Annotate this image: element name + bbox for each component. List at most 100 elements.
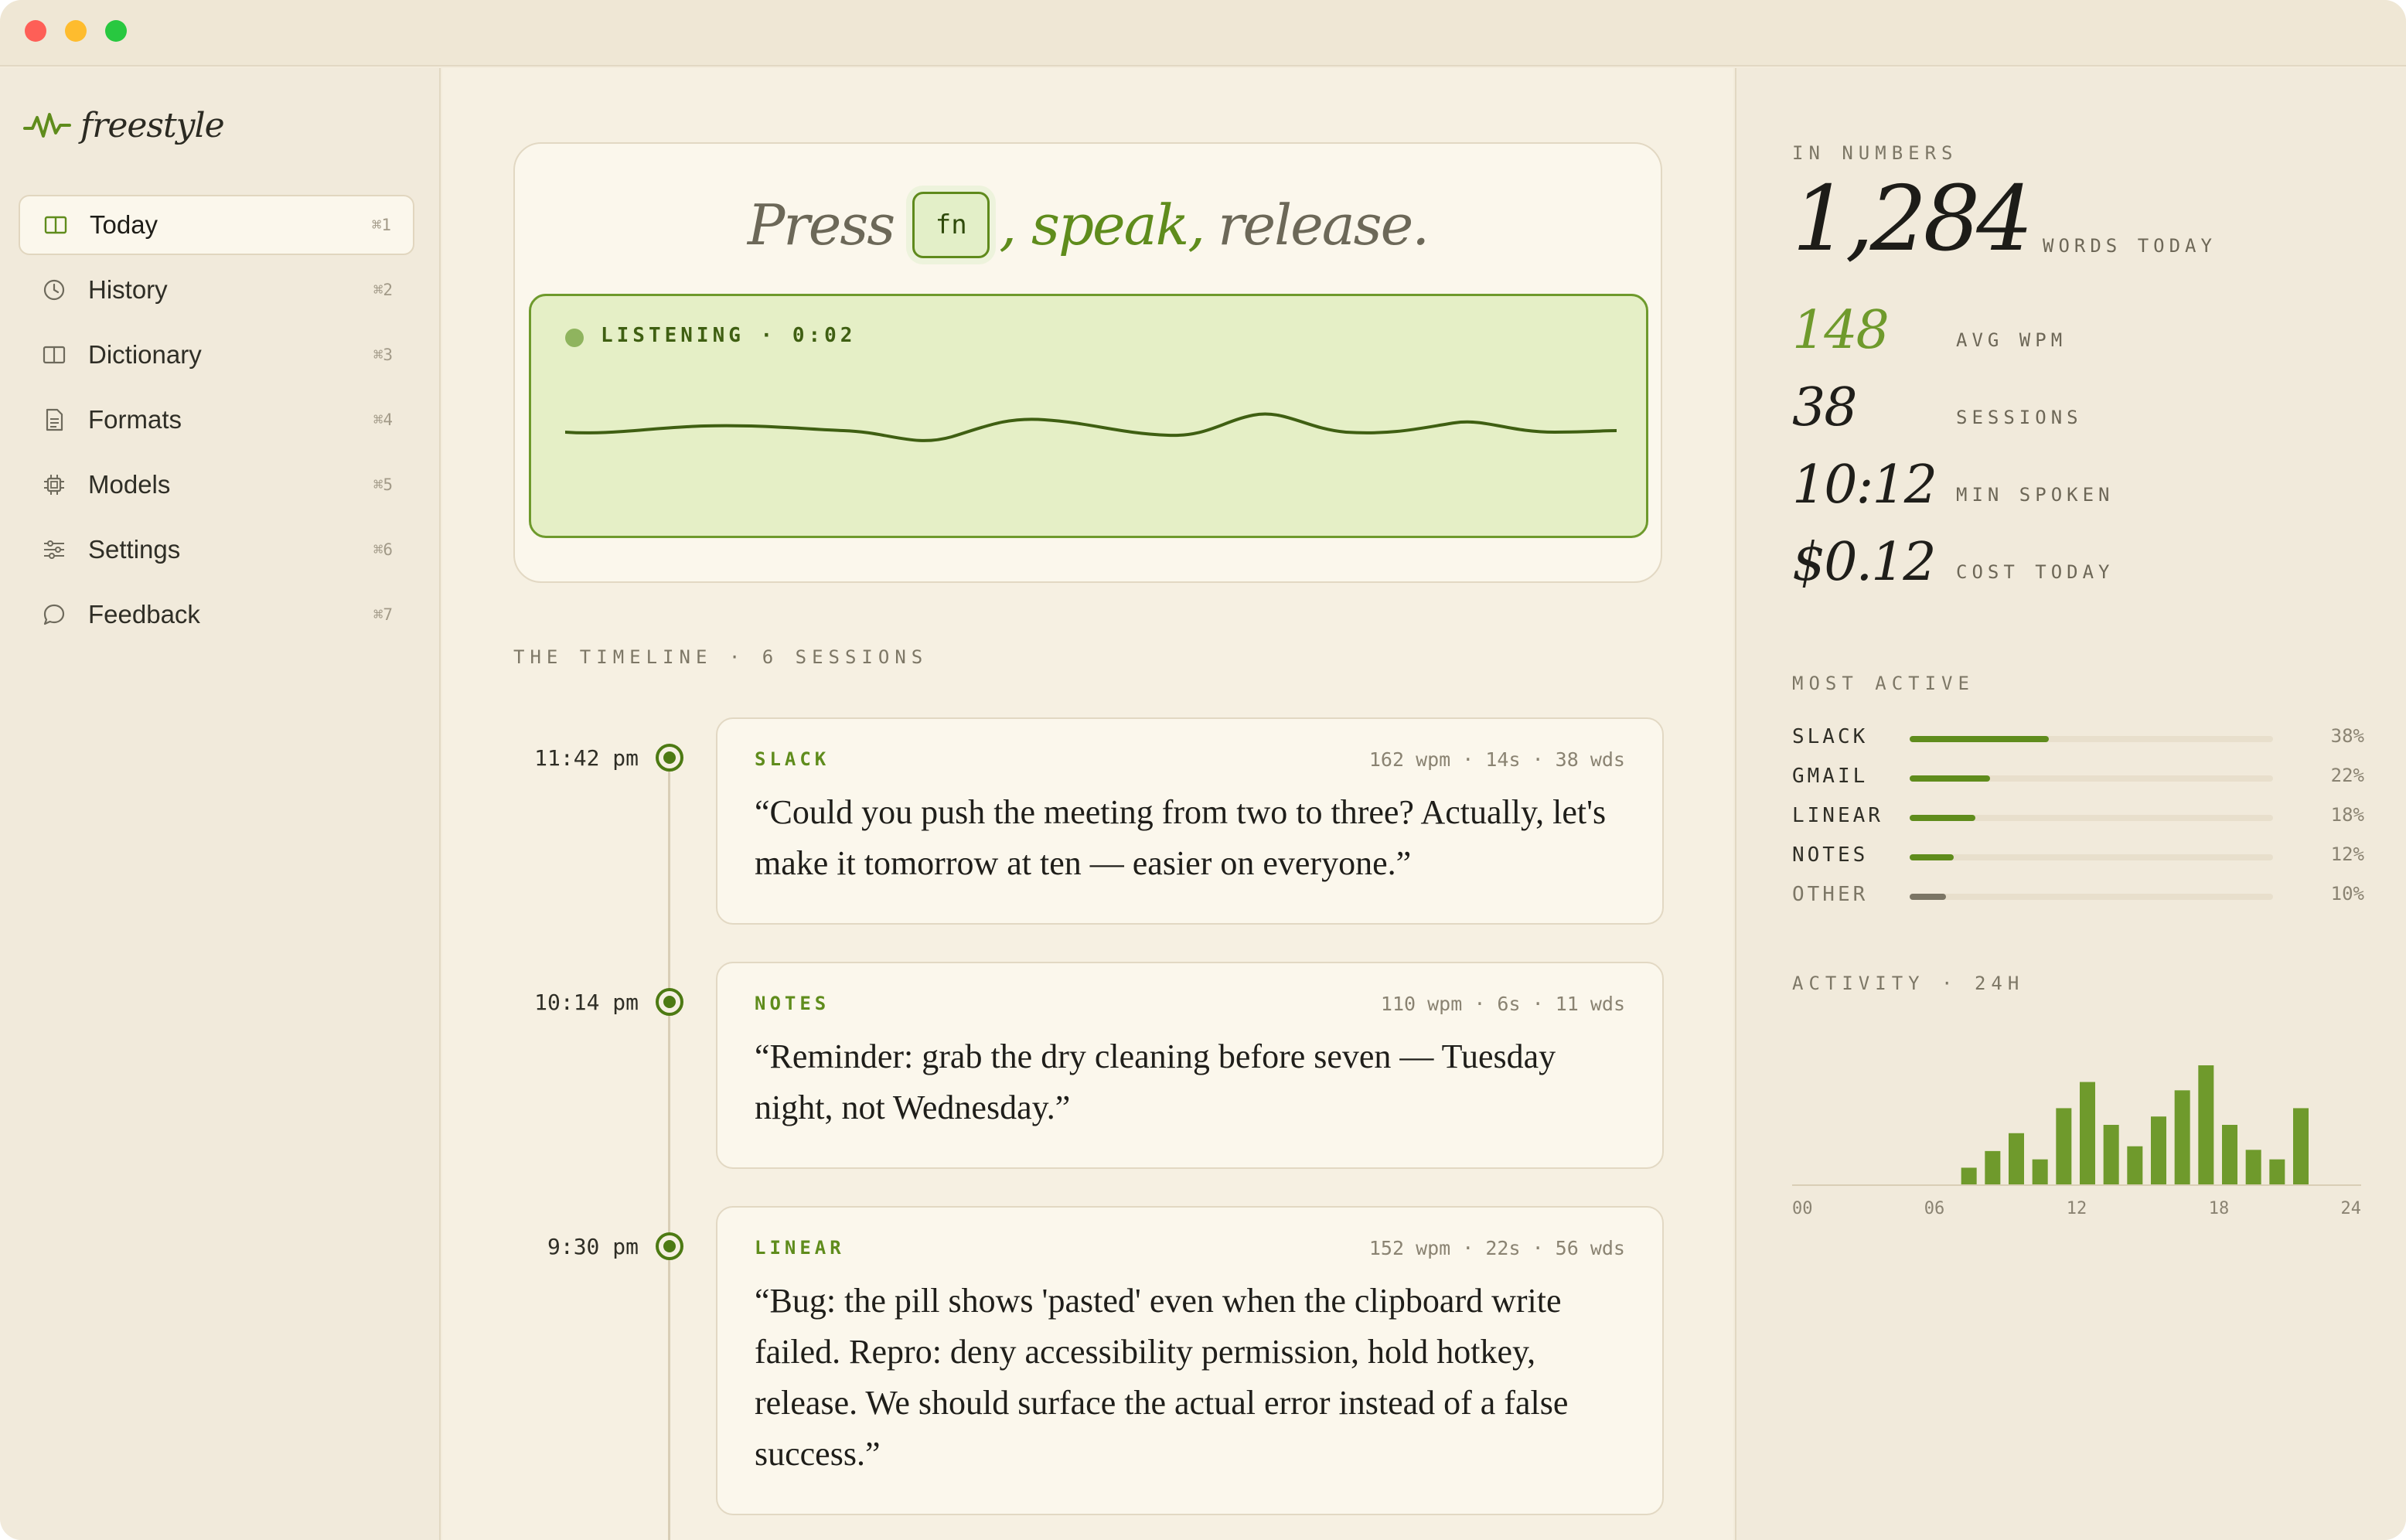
words-today-label: WORDS TODAY <box>2043 235 2217 257</box>
session-time: 9:30 pm <box>547 1234 639 1259</box>
shortcut-hint: ⌘3 <box>373 346 393 364</box>
activity-bar <box>2127 1146 2143 1184</box>
app-usage-bar <box>1910 736 2049 742</box>
sliders-icon <box>40 536 68 564</box>
app-usage-name: LINEAR <box>1792 804 1883 827</box>
sidebar-item-label: Settings <box>88 535 181 564</box>
app-name: freestyle <box>80 105 225 145</box>
activity-bar <box>2080 1082 2095 1184</box>
activity-bar <box>2198 1065 2214 1184</box>
app-usage-track <box>1910 736 2273 742</box>
app-usage-track <box>1910 815 2273 821</box>
dictation-card: Press fn , speak, release. LISTENING · 0… <box>513 142 1662 583</box>
session-meta: 110 wpm · 6s · 11 wds <box>1380 993 1625 1015</box>
book-open-icon <box>42 211 70 239</box>
activity-bar <box>2269 1159 2285 1184</box>
app-usage-row: SLACK 38% <box>1792 722 2364 753</box>
timeline-session: 11:42 pm SLACK 162 wpm · 14s · 38 wds “C… <box>442 717 1733 926</box>
app-usage-bar <box>1910 815 1975 821</box>
app-usage-name: OTHER <box>1792 883 1869 906</box>
session-meta: 152 wpm · 22s · 56 wds <box>1368 1237 1625 1259</box>
app-usage-percent: 18% <box>2330 804 2364 826</box>
activity-bar <box>2174 1090 2190 1184</box>
session-time: 10:14 pm <box>534 990 639 1015</box>
sidebar-item-label: Models <box>88 470 171 499</box>
app-usage-percent: 10% <box>2330 883 2364 905</box>
app-usage-percent: 22% <box>2330 765 2364 786</box>
activity-bar <box>2103 1125 2119 1184</box>
fn-key-badge: fn <box>912 192 990 258</box>
app-window: freestyle Today ⌘1 History ⌘2 Dictionary… <box>0 0 2406 1540</box>
activity-title: ACTIVITY · 24H <box>1792 973 2025 994</box>
app-usage-row: OTHER 10% <box>1792 880 2364 911</box>
shortcut-hint: ⌘1 <box>371 216 391 234</box>
session-transcript: “Reminder: grab the dry cleaning before … <box>755 1037 1556 1126</box>
close-window-button[interactable] <box>25 20 46 42</box>
audio-waveform <box>565 412 1617 442</box>
words-today-value: 1,284 <box>1792 167 2033 271</box>
book-icon <box>40 341 68 369</box>
app-usage-row: NOTES 12% <box>1792 840 2364 871</box>
title-bar <box>0 0 2406 66</box>
activity-bar <box>2222 1125 2237 1184</box>
min-spoken-value: 10:12 <box>1792 455 1937 516</box>
activity-tick-label: 12 <box>2067 1199 2087 1218</box>
activity-tick-label: 24 <box>2341 1199 2362 1218</box>
sidebar-item-label: Dictionary <box>88 340 202 369</box>
app-usage-track <box>1910 854 2273 860</box>
activity-bar <box>2245 1150 2261 1184</box>
session-meta: 162 wpm · 14s · 38 wds <box>1368 748 1625 771</box>
timeline-session: 10:14 pm NOTES 110 wpm · 6s · 11 wds “Re… <box>442 962 1733 1170</box>
brand: freestyle <box>23 102 225 148</box>
document-icon <box>40 406 68 434</box>
clock-icon <box>40 276 68 304</box>
app-usage-bar <box>1910 894 1946 900</box>
timeline-header: THE TIMELINE · 6 SESSIONS <box>513 646 929 668</box>
minimize-window-button[interactable] <box>65 20 87 42</box>
activity-tick-label: 06 <box>1924 1199 1945 1218</box>
recording-indicator-icon <box>565 329 584 347</box>
sidebar-item-history[interactable]: History ⌘2 <box>19 260 414 320</box>
waveform-logo-icon <box>23 113 71 138</box>
sidebar-nav: Today ⌘1 History ⌘2 Dictionary ⌘3 Format… <box>19 195 414 649</box>
chip-icon <box>40 471 68 499</box>
stats-title: IN NUMBERS <box>1792 142 1958 164</box>
cost-today-value: $0.12 <box>1792 532 1937 593</box>
activity-tick-label: 18 <box>2209 1199 2230 1218</box>
timeline-marker-icon <box>656 1232 683 1260</box>
activity-bar <box>2009 1133 2024 1184</box>
timeline-marker-icon <box>656 744 683 772</box>
session-card[interactable]: LINEAR 152 wpm · 22s · 56 wds “Bug: the … <box>716 1206 1664 1515</box>
sessions-value: 38 <box>1792 377 1858 438</box>
session-card[interactable]: NOTES 110 wpm · 6s · 11 wds “Reminder: g… <box>716 962 1664 1169</box>
shortcut-hint: ⌘4 <box>373 411 393 429</box>
app-usage-name: NOTES <box>1792 843 1869 867</box>
sidebar-item-formats[interactable]: Formats ⌘4 <box>19 390 414 450</box>
activity-bar <box>2032 1159 2048 1184</box>
activity-bar <box>2056 1108 2072 1184</box>
session-card[interactable]: SLACK 162 wpm · 14s · 38 wds “Could you … <box>716 717 1664 925</box>
hero-press-text: Press <box>747 192 895 257</box>
sidebar-item-settings[interactable]: Settings ⌘6 <box>19 520 414 580</box>
sidebar-item-dictionary[interactable]: Dictionary ⌘3 <box>19 325 414 385</box>
sidebar-item-label: Formats <box>88 405 182 434</box>
app-usage-percent: 12% <box>2330 843 2364 865</box>
sidebar-item-today[interactable]: Today ⌘1 <box>19 195 414 255</box>
session-app: SLACK <box>755 748 830 770</box>
app-usage-bar <box>1910 775 1990 782</box>
maximize-window-button[interactable] <box>105 20 127 42</box>
app-usage-name: SLACK <box>1792 725 1869 748</box>
app-usage-row: LINEAR 18% <box>1792 801 2364 832</box>
sidebar-item-label: History <box>88 275 168 304</box>
sidebar-item-models[interactable]: Models ⌘5 <box>19 455 414 515</box>
activity-bar <box>2151 1116 2166 1184</box>
activity-bar <box>2293 1108 2309 1184</box>
session-transcript: “Could you push the meeting from two to … <box>755 793 1607 882</box>
timeline-marker-icon <box>656 988 683 1016</box>
listening-panel: LISTENING · 0:02 <box>529 294 1648 538</box>
most-active-title: MOST ACTIVE <box>1792 673 1975 694</box>
avg-wpm-label: AVG WPM <box>1956 329 2067 351</box>
session-app: LINEAR <box>755 1237 845 1259</box>
cost-today-label: COST TODAY <box>1956 561 2115 583</box>
sidebar-item-feedback[interactable]: Feedback ⌘7 <box>19 584 414 645</box>
